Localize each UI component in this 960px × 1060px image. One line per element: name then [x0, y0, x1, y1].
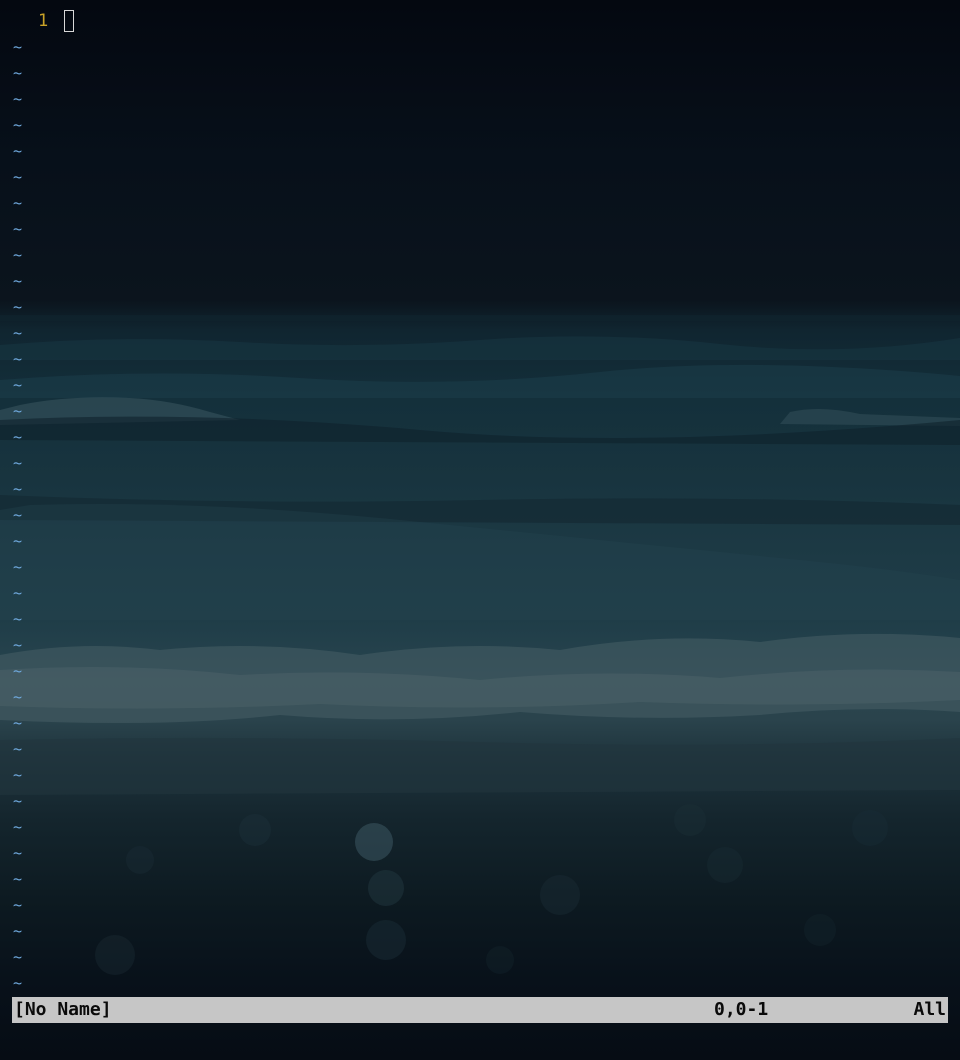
empty-line-tilde: ~ — [13, 194, 23, 212]
empty-line-tilde: ~ — [13, 428, 23, 446]
empty-line-tilde: ~ — [13, 714, 23, 732]
empty-line-tilde: ~ — [13, 974, 23, 992]
empty-line-tilde: ~ — [13, 662, 23, 680]
empty-line-tilde: ~ — [13, 272, 23, 290]
status-filename: [No Name] — [14, 999, 112, 1020]
empty-line-tilde: ~ — [13, 350, 23, 368]
status-scroll-indicator: All — [913, 999, 946, 1020]
empty-line-tilde: ~ — [13, 116, 23, 134]
empty-line-tilde: ~ — [13, 922, 23, 940]
empty-line-tilde: ~ — [13, 454, 23, 472]
vim-editor[interactable]: 1 ~~~~~~~~~~~~~~~~~~~~~~~~~~~~~~~~~~~~~~… — [0, 0, 960, 1060]
empty-line-tilde: ~ — [13, 766, 23, 784]
empty-line-tilde: ~ — [13, 480, 23, 498]
empty-line-tilde: ~ — [13, 688, 23, 706]
empty-line-tilde: ~ — [13, 636, 23, 654]
empty-line-tilde: ~ — [13, 584, 23, 602]
empty-line-tilde: ~ — [13, 870, 23, 888]
empty-line-tilde: ~ — [13, 376, 23, 394]
text-cursor — [64, 10, 74, 32]
status-line: [No Name] 0,0-1 All — [12, 997, 948, 1023]
empty-line-tilde: ~ — [13, 532, 23, 550]
empty-line-tilde: ~ — [13, 220, 23, 238]
empty-line-tilde: ~ — [13, 818, 23, 836]
empty-line-tilde: ~ — [13, 558, 23, 576]
empty-line-tilde: ~ — [13, 610, 23, 628]
empty-line-tilde: ~ — [13, 740, 23, 758]
empty-line-tilde: ~ — [13, 168, 23, 186]
empty-line-tilde: ~ — [13, 792, 23, 810]
empty-line-tilde: ~ — [13, 948, 23, 966]
empty-line-tilde: ~ — [13, 90, 23, 108]
status-cursor-position: 0,0-1 — [714, 999, 769, 1020]
empty-line-tilde: ~ — [13, 298, 23, 316]
empty-line-tilde: ~ — [13, 402, 23, 420]
empty-line-tilde: ~ — [13, 844, 23, 862]
empty-line-tilde: ~ — [13, 38, 23, 56]
empty-line-tilde: ~ — [13, 506, 23, 524]
empty-line-tilde: ~ — [13, 246, 23, 264]
empty-line-tilde: ~ — [13, 64, 23, 82]
empty-line-tilde: ~ — [13, 324, 23, 342]
empty-line-tilde: ~ — [13, 142, 23, 160]
line-number: 1 — [38, 11, 49, 31]
empty-line-tilde: ~ — [13, 896, 23, 914]
